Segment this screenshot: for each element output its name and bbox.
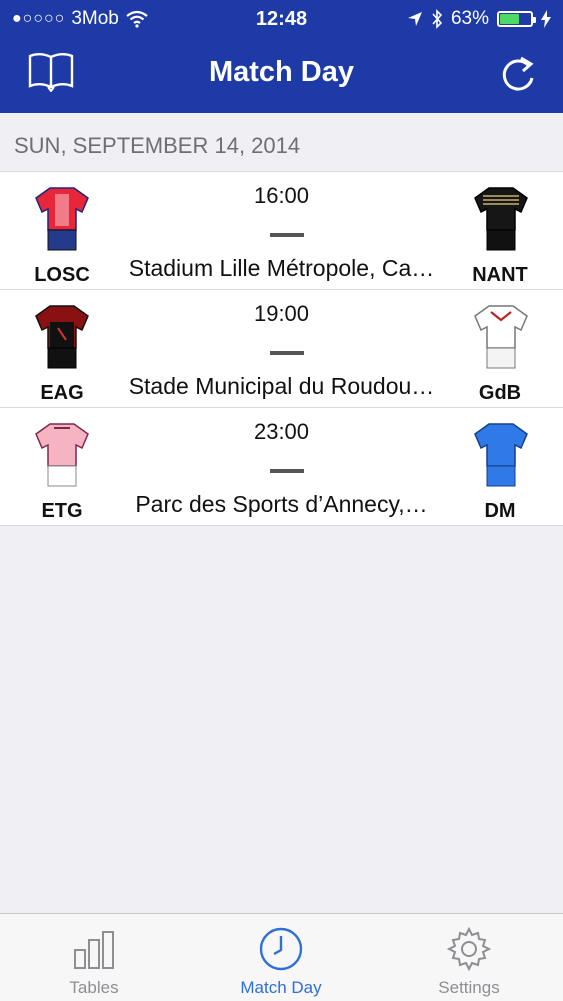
match-list: LOSC 16:00 Stadium Lille Métropole, Ca… … [0, 172, 563, 526]
battery-icon [497, 11, 536, 27]
tab-label: Match Day [240, 978, 322, 997]
away-kit-icon [474, 187, 528, 251]
battery-fill [500, 14, 519, 24]
venue-name: Parc des Sports d’Annecy,… [135, 491, 428, 517]
date-section-header: SUN, SEPTEMBER 14, 2014 [0, 113, 563, 172]
score-separator [270, 233, 304, 237]
top-bar: ●○○○○ 3Mob 12:48 63% Match Day [0, 0, 563, 113]
clock-icon [259, 927, 303, 971]
score-separator [270, 469, 304, 473]
tab-tables[interactable]: Tables [0, 914, 188, 1001]
status-bar: ●○○○○ 3Mob 12:48 63% [0, 0, 563, 38]
away-kit-icon [474, 423, 528, 487]
away-kit-icon [474, 305, 528, 369]
gear-icon [446, 926, 492, 972]
location-arrow-icon [407, 12, 422, 26]
tab-label: Settings [438, 978, 500, 997]
away-team-code: DM [484, 500, 516, 522]
score-separator [270, 351, 304, 355]
page-title: Match Day [208, 56, 355, 88]
home-team-code: LOSC [34, 264, 90, 286]
away-team-code: NANT [472, 264, 528, 286]
home-team-code: ETG [41, 500, 83, 522]
navigation-bar: Match Day [0, 38, 563, 113]
bar-chart-icon [74, 931, 114, 969]
tab-label: Tables [69, 978, 119, 997]
away-team-code: GdB [478, 382, 522, 404]
match-row[interactable]: ETG 23:00 Parc des Sports d’Annecy,… DM [0, 408, 563, 526]
date-label: SUN, SEPTEMBER 14, 2014 [14, 133, 301, 158]
tab-bar: Tables Match Day Settings [0, 913, 563, 1001]
venue-name: Stadium Lille Métropole, Ca… [128, 255, 435, 281]
venue-name: Stade Municipal du Roudou… [128, 373, 435, 399]
tab-match-day[interactable]: Match Day [187, 914, 375, 1001]
charging-bolt-icon [541, 10, 551, 28]
tab-settings[interactable]: Settings [375, 914, 563, 1001]
match-row[interactable]: EAG 19:00 Stade Municipal du Roudou… GdB [0, 290, 563, 408]
battery-percent: 63% [450, 8, 489, 29]
refresh-icon[interactable] [499, 52, 537, 94]
match-row[interactable]: LOSC 16:00 Stadium Lille Métropole, Ca… … [0, 172, 563, 290]
bluetooth-icon [432, 9, 443, 29]
home-team-code: EAG [40, 382, 84, 404]
